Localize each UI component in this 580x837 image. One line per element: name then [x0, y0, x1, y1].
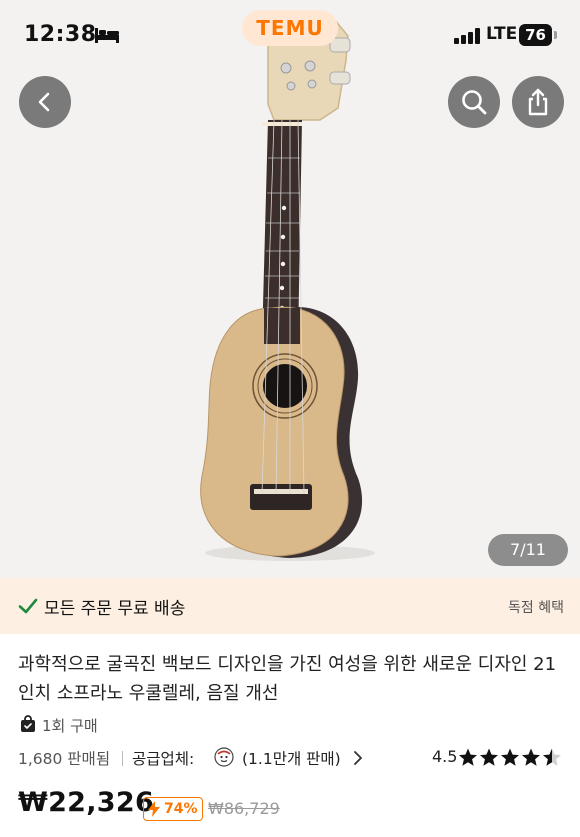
chevron-right-icon[interactable]: [352, 750, 364, 766]
supplier-label: 공급업체:: [132, 750, 195, 768]
supplier-avatar[interactable]: [214, 747, 234, 767]
check-icon: [18, 598, 38, 614]
star-icon: [501, 748, 519, 766]
battery-icon: 76: [519, 24, 557, 46]
free-shipping-text: 모든 주문 무료 배송: [44, 599, 186, 619]
star-icon: [522, 748, 540, 766]
product-title: 과학적으로 굴곡진 백보드 디자인을 가진 여성을 위한 새로운 디자인 21인…: [18, 654, 557, 704]
exclusive-benefit-link[interactable]: 독점 혜택: [508, 597, 564, 617]
back-button[interactable]: [19, 76, 71, 128]
star-rating[interactable]: [458, 746, 564, 768]
battery-level: 76: [519, 24, 552, 46]
divider: [122, 751, 123, 766]
product-image-gallery[interactable]: 12:38 TEMU LTE 76 7/11: [0, 0, 580, 578]
network-type: LTE: [486, 24, 518, 44]
chevron-left-icon: [38, 92, 50, 112]
product-image-ukulele: [200, 13, 375, 561]
search-button[interactable]: [448, 76, 500, 128]
temu-logo: TEMU: [242, 10, 338, 46]
star-half-icon: [543, 748, 561, 766]
bag-icon: [21, 715, 35, 732]
share-button[interactable]: [512, 76, 564, 128]
status-time: 12:38: [24, 22, 97, 47]
purchase-count: 1회 구매: [42, 717, 98, 735]
supplier-sales[interactable]: (1.1만개 판매): [242, 747, 341, 769]
sale-price: ₩22,326: [18, 787, 155, 818]
share-icon: [528, 88, 548, 116]
status-bar: 12:38 TEMU LTE 76: [0, 0, 580, 72]
bed-icon: [95, 28, 119, 43]
sold-count: 1,680 판매됨: [18, 750, 111, 768]
star-icon: [480, 748, 498, 766]
discount-percent: 74%: [164, 801, 198, 817]
search-icon: [462, 90, 487, 115]
cellular-signal-icon: [454, 28, 480, 44]
discount-badge: 74%: [143, 797, 203, 821]
rating-value: 4.5: [432, 747, 458, 766]
original-price: ₩86,729: [208, 799, 280, 818]
star-icon: [459, 748, 477, 766]
free-shipping-banner[interactable]: 모든 주문 무료 배송 독점 혜택: [0, 578, 580, 634]
image-counter: 7/11: [488, 534, 568, 566]
lightning-icon: [148, 801, 160, 817]
